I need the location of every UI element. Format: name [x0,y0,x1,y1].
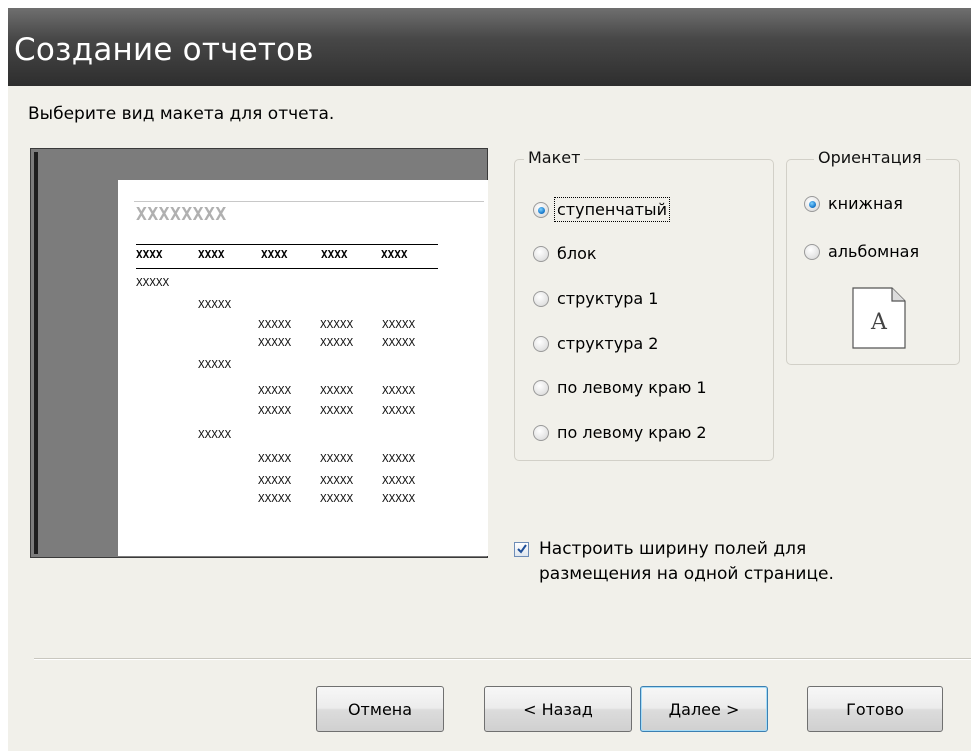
layout-option-outline-1[interactable]: структура 1 [533,289,658,308]
preview-detail-cell: XXXXX [382,452,416,465]
fit-width-checkbox[interactable] [514,542,529,557]
radio-label: структура 2 [557,334,659,353]
preview-detail-cell: XXXXX [320,384,354,397]
radio-button[interactable] [533,379,549,396]
layout-prompt: Выберите вид макета для отчета. [28,104,335,124]
window-top-edge [0,0,971,8]
preview-title-rule [134,201,484,202]
window-title: Создание отчетов [14,32,314,68]
radio-label: ступенчатый [554,197,670,222]
radio-button[interactable] [533,290,549,307]
preview-title: XXXXXXXX [136,204,227,225]
preview-detail-cell: XXXXX [382,384,416,397]
layout-option-block[interactable]: блок [533,244,597,263]
radio-label: структура 1 [557,289,659,308]
preview-detail-cell: XXXXX [320,452,354,465]
portrait-page-icon: A [852,287,906,349]
preview-header-cell: XXXX [261,248,288,261]
radio-label: по левому краю 2 [557,423,707,442]
radio-label: альбомная [828,242,920,261]
footer-separator [34,658,971,660]
preview-detail-cell: XXXXX [382,336,416,349]
preview-header-rule-bottom [136,268,438,269]
preview-detail-cell: XXXXX [258,318,292,331]
checkmark-icon [517,544,527,554]
back-button[interactable]: < Назад [484,686,632,732]
preview-detail-cell: XXXXX [258,452,292,465]
preview-detail-cell: XXXXX [258,384,292,397]
icon-letter: A [870,310,888,335]
report-wizard-window: Создание отчетов Выберите вид макета для… [0,0,971,751]
orientation-group-legend: Ориентация [814,148,926,167]
preview-header-cell: XXXX [136,248,163,261]
preview-page [118,180,488,556]
preview-header-cell: XXXX [198,248,225,261]
orientation-option-portrait[interactable]: книжная [804,194,903,213]
preview-group-row: XXXXX [136,276,170,289]
preview-detail-cell: XXXXX [320,336,354,349]
preview-detail-cell: XXXXX [258,336,292,349]
radio-label: по левому краю 1 [557,378,707,397]
preview-detail-cell: XXXXX [258,404,292,417]
preview-subgroup-row: XXXXX [198,358,232,371]
preview-detail-cell: XXXXX [382,318,416,331]
next-button[interactable]: Далее > [640,686,768,732]
preview-shadow [34,152,38,554]
fit-width-label-line1: Настроить ширину полей для [539,539,807,559]
fit-width-label-line2: размещения на одной странице. [539,564,834,584]
preview-detail-cell: XXXXX [320,474,354,487]
preview-subgroup-row: XXXXX [198,428,232,441]
preview-detail-cell: XXXXX [382,474,416,487]
fit-width-option[interactable]: Настроить ширину полей для размещения на… [514,537,834,587]
preview-detail-cell: XXXXX [320,318,354,331]
orientation-option-landscape[interactable]: альбомная [804,242,919,261]
layout-option-outline-2[interactable]: структура 2 [533,334,658,353]
radio-button[interactable] [804,195,820,212]
cancel-button[interactable]: Отмена [316,686,444,732]
preview-detail-cell: XXXXX [320,492,354,505]
preview-subgroup-row: XXXXX [198,298,232,311]
preview-header-rule-top [136,244,438,245]
layout-option-align-left-2[interactable]: по левому краю 2 [533,423,707,442]
preview-header-cell: XXXX [321,248,348,261]
layout-option-stepped[interactable]: ступенчатый [533,197,670,222]
radio-button[interactable] [533,335,549,352]
radio-button[interactable] [804,243,820,260]
layout-group-legend: Макет [524,148,585,167]
radio-button[interactable] [533,424,549,441]
preview-detail-cell: XXXXX [258,492,292,505]
radio-button[interactable] [533,201,549,218]
finish-button[interactable]: Готово [807,686,943,732]
preview-detail-cell: XXXXX [382,492,416,505]
preview-detail-cell: XXXXX [320,404,354,417]
preview-detail-cell: XXXXX [258,474,292,487]
radio-label: книжная [828,194,903,213]
preview-header-cell: XXXX [381,248,408,261]
radio-button[interactable] [533,245,549,262]
radio-label: блок [557,244,597,263]
layout-option-align-left-1[interactable]: по левому краю 1 [533,378,707,397]
fit-width-label: Настроить ширину полей для размещения на… [539,537,834,587]
wizard-header: Создание отчетов [8,8,971,86]
preview-detail-cell: XXXXX [382,404,416,417]
